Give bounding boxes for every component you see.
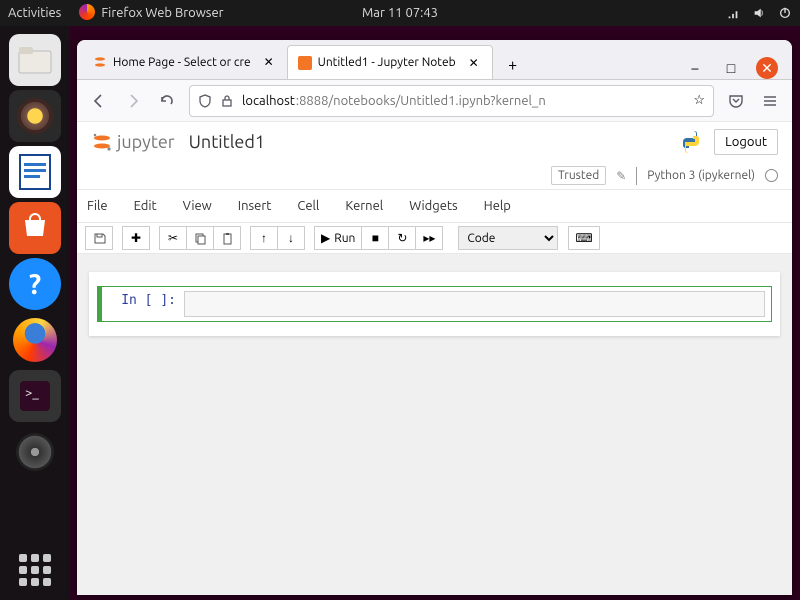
python-icon (678, 129, 704, 155)
code-input[interactable] (184, 291, 765, 317)
paste-button[interactable] (213, 226, 241, 250)
restart-run-all-button[interactable]: ▸▸ (415, 226, 443, 250)
dock-libreoffice-writer[interactable] (9, 146, 61, 198)
cell-type-select[interactable]: Code (458, 226, 558, 250)
menu-insert[interactable]: Insert (238, 199, 272, 213)
dock-terminal[interactable]: >_ (9, 370, 61, 422)
menu-view[interactable]: View (183, 199, 212, 213)
firefox-icon (79, 4, 95, 23)
move-up-button[interactable]: ↑ (250, 226, 278, 250)
dock-ubuntu-software[interactable] (9, 202, 61, 254)
forward-button[interactable] (121, 89, 145, 113)
menu-widgets[interactable]: Widgets (409, 199, 457, 213)
close-icon[interactable]: ✕ (466, 55, 482, 71)
dock-show-apps[interactable] (15, 550, 55, 590)
topbar-app-indicator[interactable]: Firefox Web Browser (79, 4, 223, 23)
dock: ? >_ (0, 26, 70, 600)
dock-firefox[interactable] (9, 314, 61, 366)
url-path: :8888/notebooks/Untitled1.ipynb?kernel_n (296, 94, 546, 108)
save-button[interactable] (85, 226, 113, 250)
move-down-button[interactable]: ↓ (277, 226, 305, 250)
hamburger-menu[interactable] (758, 89, 782, 113)
shield-icon (198, 94, 212, 108)
bookmark-star-icon[interactable]: ☆ (693, 93, 705, 108)
back-button[interactable] (87, 89, 111, 113)
jupyter-page: jupyter Untitled1 Logout Trusted ✎ Pytho… (77, 122, 792, 595)
pocket-icon[interactable] (724, 89, 748, 113)
window-maximize[interactable]: □ (720, 57, 742, 79)
interrupt-button[interactable]: ■ (361, 226, 389, 250)
dock-rhythmbox[interactable] (9, 90, 61, 142)
browser-tab-notebook[interactable]: Untitled1 - Jupyter Noteb ✕ (287, 45, 493, 79)
menu-cell[interactable]: Cell (297, 199, 319, 213)
tab-bar: Home Page - Select or cre ✕ Untitled1 - … (77, 40, 792, 80)
lock-icon (220, 94, 234, 108)
code-cell[interactable]: In [ ]: (97, 286, 772, 322)
dock-disk[interactable] (9, 426, 61, 478)
window-close[interactable]: ✕ (756, 57, 778, 79)
volume-icon[interactable] (752, 6, 766, 20)
menu-edit[interactable]: Edit (134, 199, 157, 213)
topbar-clock[interactable]: Mar 11 07:43 (362, 6, 438, 20)
menu-kernel[interactable]: Kernel (345, 199, 383, 213)
menu-help[interactable]: Help (484, 199, 511, 213)
logout-button[interactable]: Logout (714, 129, 778, 155)
edit-icon[interactable]: ✎ (616, 169, 626, 183)
window-minimize[interactable]: – (684, 57, 706, 79)
jupyter-favicon (93, 55, 107, 69)
svg-text:>_: >_ (25, 386, 39, 400)
cut-button[interactable]: ✂ (159, 226, 187, 250)
trusted-badge[interactable]: Trusted (551, 166, 606, 185)
command-palette-button[interactable]: ⌨ (568, 226, 599, 250)
notebook-name[interactable]: Untitled1 (189, 132, 265, 152)
jupyter-menubar: File Edit View Insert Cell Kernel Widget… (77, 190, 792, 222)
jupyter-icon (91, 131, 113, 153)
gnome-topbar: Activities Firefox Web Browser Mar 11 07… (0, 0, 800, 26)
kernel-indicator-icon (765, 169, 778, 182)
jupyter-logo[interactable]: jupyter (91, 131, 175, 153)
notebook-area: In [ ]: (77, 254, 792, 595)
power-icon[interactable] (778, 6, 792, 20)
browser-tab-home[interactable]: Home Page - Select or cre ✕ (83, 45, 287, 79)
activities-button[interactable]: Activities (8, 6, 61, 20)
copy-button[interactable] (186, 226, 214, 250)
add-cell-button[interactable]: ✚ (122, 226, 150, 250)
kernel-name[interactable]: Python 3 (ipykernel) (647, 169, 755, 182)
restart-button[interactable]: ↻ (388, 226, 416, 250)
jupyter-toolbar: ✚ ✂ ↑ ↓ ▶ Run ■ ↻ ▸▸ Code ⌨ (77, 222, 792, 254)
dock-help[interactable]: ? (9, 258, 61, 310)
new-tab-button[interactable]: + (499, 51, 527, 79)
close-icon[interactable]: ✕ (261, 54, 277, 70)
nav-toolbar: localhost:8888/notebooks/Untitled1.ipynb… (77, 80, 792, 122)
url-host: localhost (242, 94, 295, 108)
firefox-window: Home Page - Select or cre ✕ Untitled1 - … (77, 40, 792, 595)
reload-button[interactable] (155, 89, 179, 113)
notebook-favicon (298, 56, 312, 70)
network-icon[interactable] (726, 6, 740, 20)
dock-files[interactable] (9, 34, 61, 86)
url-bar[interactable]: localhost:8888/notebooks/Untitled1.ipynb… (189, 85, 714, 117)
menu-file[interactable]: File (87, 199, 108, 213)
cell-prompt: In [ ]: (102, 287, 184, 321)
run-button[interactable]: ▶ Run (314, 226, 362, 250)
